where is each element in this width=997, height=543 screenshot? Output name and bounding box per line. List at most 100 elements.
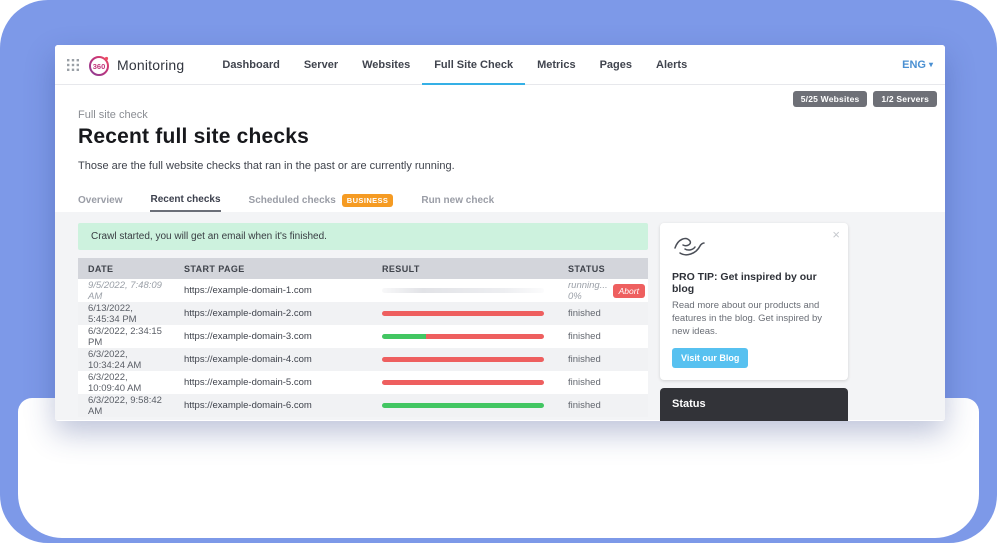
- cell-start-page: https://example-domain-4.com: [174, 354, 372, 365]
- progress-bar: [382, 403, 544, 408]
- table-row[interactable]: 6/13/2022, 5:45:34 PM https://example-do…: [78, 302, 648, 325]
- pro-tip-card: × PRO TIP: Get inspired by our blog Read…: [660, 223, 848, 380]
- table-header: DATE START PAGE RESULT STATUS: [78, 258, 648, 279]
- brand-name: Monitoring: [117, 57, 184, 73]
- status-text: finished: [568, 377, 601, 388]
- cell-result: [372, 334, 558, 339]
- cell-start-page: https://example-domain-2.com: [174, 308, 372, 319]
- nav-item-websites[interactable]: Websites: [350, 45, 422, 84]
- sidebar-column: × PRO TIP: Get inspired by our blog Read…: [660, 223, 848, 420]
- cell-date: 6/3/2022, 2:34:15 PM: [78, 326, 174, 348]
- progress-segment-red: [382, 311, 544, 316]
- status-panel: Status SERVERS 0 open alert(s) 0 servers…: [660, 388, 848, 421]
- brand-logo[interactable]: 360 Monitoring: [87, 53, 184, 77]
- table-row[interactable]: 6/3/2022, 10:09:40 AM https://example-do…: [78, 371, 648, 394]
- progress-segment-green: [382, 334, 426, 339]
- nav-item-alerts[interactable]: Alerts: [644, 45, 699, 84]
- cell-status: finished: [558, 400, 648, 411]
- tab-scheduled-checks[interactable]: Scheduled checks BUSINESS: [249, 188, 394, 212]
- business-badge: BUSINESS: [342, 194, 394, 207]
- svg-text:360: 360: [93, 61, 106, 70]
- main-nav: Dashboard Server Websites Full Site Chec…: [210, 45, 699, 84]
- language-label: ENG: [902, 59, 926, 71]
- apps-grid-icon[interactable]: [67, 59, 79, 71]
- tab-recent-checks[interactable]: Recent checks: [150, 188, 220, 212]
- cell-start-page: https://example-domain-5.com: [174, 377, 372, 388]
- nav-item-dashboard[interactable]: Dashboard: [210, 45, 291, 84]
- content-area: Crawl started, you will get an email whe…: [55, 212, 945, 420]
- usage-badges: 5/25 Websites 1/2 Servers: [793, 91, 937, 107]
- progress-bar: [382, 334, 544, 339]
- cell-status: running... 0% Abort: [558, 280, 648, 302]
- cell-status: finished: [558, 331, 648, 342]
- status-text: running... 0%: [568, 280, 608, 302]
- visit-blog-button[interactable]: Visit our Blog: [672, 348, 748, 368]
- table-body: 9/5/2022, 7:48:09 AM https://example-dom…: [78, 279, 648, 417]
- status-text: finished: [568, 331, 601, 342]
- cell-result: [372, 380, 558, 385]
- top-navbar: 360 Monitoring Dashboard Server Websites…: [55, 45, 945, 85]
- page-header: 5/25 Websites 1/2 Servers Full site chec…: [55, 85, 945, 212]
- cell-start-page: https://example-domain-6.com: [174, 400, 372, 411]
- tab-run-new-check[interactable]: Run new check: [421, 188, 494, 212]
- progress-segment-red: [426, 334, 544, 339]
- table-row[interactable]: 6/3/2022, 9:58:42 AM https://example-dom…: [78, 394, 648, 417]
- table-row[interactable]: 9/5/2022, 7:48:09 AM https://example-dom…: [78, 279, 648, 302]
- cell-status: finished: [558, 354, 648, 365]
- cell-result: [372, 311, 558, 316]
- checks-column: Crawl started, you will get an email whe…: [78, 223, 648, 420]
- nav-item-server[interactable]: Server: [292, 45, 350, 84]
- page-description: Those are the full website checks that r…: [78, 160, 925, 172]
- success-alert: Crawl started, you will get an email whe…: [78, 223, 648, 250]
- logo-360-icon: 360: [87, 53, 111, 77]
- nav-item-metrics[interactable]: Metrics: [525, 45, 588, 84]
- cell-date: 9/5/2022, 7:48:09 AM: [78, 280, 174, 302]
- cell-date: 6/13/2022, 5:45:34 PM: [78, 303, 174, 325]
- close-icon[interactable]: ×: [832, 227, 840, 242]
- column-status: STATUS: [558, 264, 648, 274]
- nav-item-pages[interactable]: Pages: [588, 45, 644, 84]
- pro-tip-title: PRO TIP: Get inspired by our blog: [672, 271, 836, 295]
- progress-bar: [382, 357, 544, 362]
- websites-usage-badge: 5/25 Websites: [793, 91, 868, 107]
- table-row[interactable]: 6/3/2022, 2:34:15 PM https://example-dom…: [78, 325, 648, 348]
- cell-date: 6/3/2022, 10:34:24 AM: [78, 349, 174, 371]
- app-window: 360 Monitoring Dashboard Server Websites…: [55, 45, 945, 421]
- progress-segment-red: [382, 380, 544, 385]
- column-start-page: START PAGE: [174, 264, 372, 274]
- column-date: DATE: [78, 264, 174, 274]
- status-text: finished: [568, 354, 601, 365]
- cell-result: [372, 288, 558, 293]
- table-row[interactable]: 6/3/2022, 10:34:24 AM https://example-do…: [78, 348, 648, 371]
- tabs-bar: Overview Recent checks Scheduled checks …: [78, 188, 925, 212]
- servers-section-label: SERVERS: [672, 420, 836, 421]
- cell-date: 6/3/2022, 9:58:42 AM: [78, 395, 174, 417]
- breadcrumb: Full site check: [78, 109, 925, 121]
- cell-result: [372, 357, 558, 362]
- status-text: finished: [568, 308, 601, 319]
- pro-tip-body: Read more about our products and feature…: [672, 300, 836, 338]
- language-selector[interactable]: ENG ▾: [902, 45, 933, 84]
- status-text: finished: [568, 400, 601, 411]
- cell-result: [372, 403, 558, 408]
- cell-date: 6/3/2022, 10:09:40 AM: [78, 372, 174, 394]
- abort-button[interactable]: Abort: [613, 284, 645, 298]
- chevron-down-icon: ▾: [929, 60, 933, 69]
- nav-item-full-site-check[interactable]: Full Site Check: [422, 45, 525, 84]
- progress-bar: [382, 380, 544, 385]
- blog-doodle-icon: [672, 234, 706, 258]
- cell-status: finished: [558, 377, 648, 388]
- progress-bar: [382, 288, 544, 293]
- status-panel-title: Status: [672, 398, 836, 410]
- progress-segment-green: [382, 403, 544, 408]
- tab-scheduled-checks-label: Scheduled checks: [249, 195, 336, 206]
- progress-segment-red: [382, 357, 544, 362]
- servers-usage-badge: 1/2 Servers: [873, 91, 937, 107]
- cell-start-page: https://example-domain-3.com: [174, 331, 372, 342]
- page-title: Recent full site checks: [78, 125, 925, 149]
- cell-start-page: https://example-domain-1.com: [174, 285, 372, 296]
- cell-status: finished: [558, 308, 648, 319]
- progress-bar: [382, 311, 544, 316]
- column-result: RESULT: [372, 264, 558, 274]
- tab-overview[interactable]: Overview: [78, 188, 122, 212]
